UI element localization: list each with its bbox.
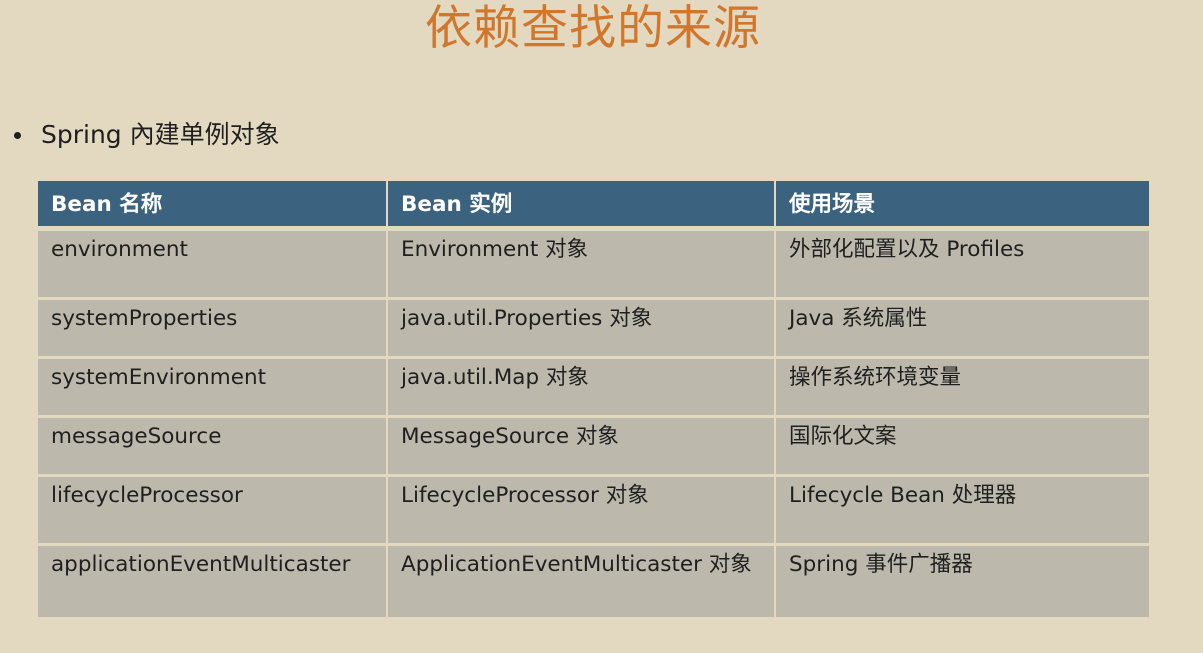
cell-bean-instance: MessageSource 对象 [388,418,776,477]
header-usage: 使用场景 [776,181,1149,231]
cell-bean-name: lifecycleProcessor [38,477,388,546]
slide-title: 依赖查找的来源 [425,1,761,56]
table-row: systemEnvironment java.util.Map 对象 操作系统环… [38,359,1149,418]
bullet-text: Spring 內建单例对象 [41,120,280,149]
cell-bean-instance: java.util.Properties 对象 [388,300,776,359]
bean-table: Bean 名称 Bean 实例 使用场景 environment Environ… [38,181,1149,617]
cell-bean-name: environment [38,231,388,300]
cell-bean-name: systemProperties [38,300,388,359]
cell-bean-name: applicationEventMulticaster [38,546,388,617]
header-bean-name: Bean 名称 [38,181,388,231]
cell-bean-instance: java.util.Map 对象 [388,359,776,418]
cell-usage: 外部化配置以及 Profiles [776,231,1149,300]
table-row: environment Environment 对象 外部化配置以及 Profi… [38,231,1149,300]
table-row: messageSource MessageSource 对象 国际化文案 [38,418,1149,477]
cell-bean-name: systemEnvironment [38,359,388,418]
cell-bean-name: messageSource [38,418,388,477]
cell-usage: Lifecycle Bean 处理器 [776,477,1149,546]
cell-usage: Spring 事件广播器 [776,546,1149,617]
bullet-item: Spring 內建单例对象 [14,119,280,151]
cell-usage: 国际化文案 [776,418,1149,477]
table-row: systemProperties java.util.Properties 对象… [38,300,1149,359]
cell-bean-instance: Environment 对象 [388,231,776,300]
cell-usage: 操作系统环境变量 [776,359,1149,418]
bullet-dot-icon [14,131,21,139]
header-bean-instance: Bean 实例 [388,181,776,231]
table-header-row: Bean 名称 Bean 实例 使用场景 [38,181,1149,231]
table-row: applicationEventMulticaster ApplicationE… [38,546,1149,617]
cell-usage: Java 系统属性 [776,300,1149,359]
table-row: lifecycleProcessor LifecycleProcessor 对象… [38,477,1149,546]
cell-bean-instance: ApplicationEventMulticaster 对象 [388,546,776,617]
cell-bean-instance: LifecycleProcessor 对象 [388,477,776,546]
